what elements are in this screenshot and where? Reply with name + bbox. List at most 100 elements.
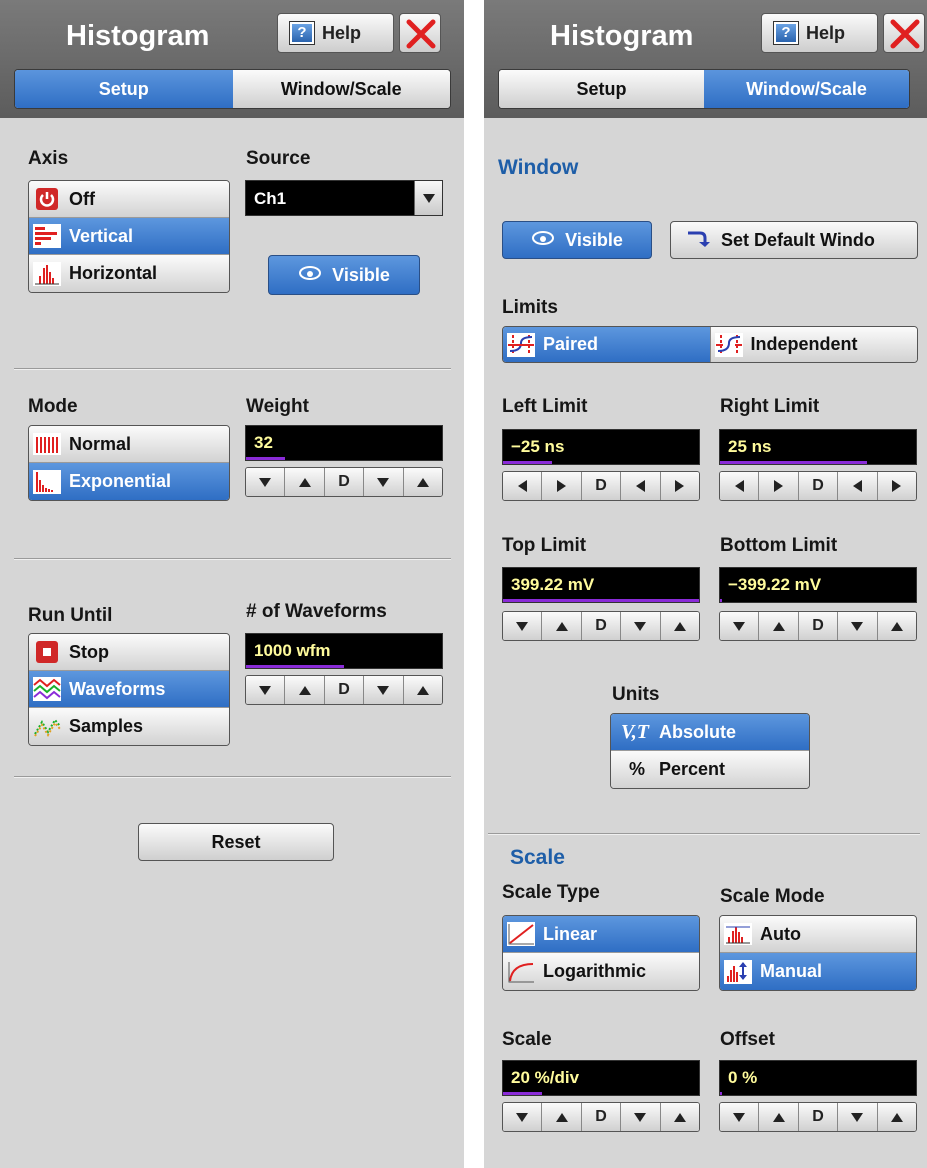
coarse-up-button[interactable] — [759, 612, 799, 640]
fine-up-button[interactable] — [403, 676, 442, 704]
help-label: Help — [322, 22, 362, 43]
scale-mode-option-auto[interactable]: Auto — [720, 916, 916, 953]
units-option-absolute[interactable]: V,T Absolute — [611, 714, 809, 751]
scale-field[interactable]: 20 %/div — [502, 1060, 700, 1096]
panel-header: Histogram ? Help Setup Window/Scale — [0, 0, 464, 118]
coarse-down-button[interactable] — [503, 1103, 543, 1131]
coarse-up-button[interactable] — [285, 676, 325, 704]
source-dropdown[interactable]: Ch1 — [245, 180, 443, 216]
left-limit-stepper: D — [502, 471, 700, 501]
help-button[interactable]: ? Help — [761, 13, 878, 53]
close-button[interactable] — [883, 13, 925, 53]
fine-up-button[interactable] — [660, 612, 699, 640]
fine-right-button[interactable] — [660, 472, 699, 500]
offset-stepper: D — [719, 1102, 917, 1132]
default-button[interactable]: D — [324, 676, 365, 704]
set-default-window-button[interactable]: Set Default Windo — [670, 221, 918, 259]
scale-mode-option-manual[interactable]: Manual — [720, 953, 916, 990]
num-waveforms-label: # of Waveforms — [246, 601, 387, 622]
help-button[interactable]: ? Help — [277, 13, 394, 53]
coarse-right-button[interactable] — [542, 472, 582, 500]
weight-field[interactable]: 32 — [245, 425, 443, 461]
default-button[interactable]: D — [324, 468, 365, 496]
coarse-up-button[interactable] — [285, 468, 325, 496]
fine-up-button[interactable] — [660, 1103, 699, 1131]
tab-window-scale[interactable]: Window/Scale — [704, 70, 909, 108]
mode-option-normal[interactable]: Normal — [29, 426, 229, 463]
default-button[interactable]: D — [581, 1103, 622, 1131]
scale-heading: Scale — [510, 846, 565, 869]
window-heading: Window — [498, 156, 579, 179]
fine-left-button[interactable] — [621, 472, 661, 500]
normal-mode-icon — [33, 431, 61, 457]
axis-option-horizontal[interactable]: Horizontal — [29, 255, 229, 292]
coarse-down-button[interactable] — [720, 612, 760, 640]
num-waveforms-level-bar — [246, 665, 344, 668]
fine-down-button[interactable] — [838, 1103, 878, 1131]
offset-field[interactable]: 0 % — [719, 1060, 917, 1096]
default-button[interactable]: D — [581, 472, 622, 500]
fine-up-button[interactable] — [403, 468, 442, 496]
weight-level-bar — [246, 457, 286, 460]
source-value: Ch1 — [254, 189, 287, 208]
scale-type-option-logarithmic[interactable]: Logarithmic — [503, 953, 699, 990]
mode-option-exponential[interactable]: Exponential — [29, 463, 229, 500]
run-until-option-samples[interactable]: Samples — [29, 708, 229, 745]
linear-scale-icon — [507, 921, 535, 947]
mode-selector: Normal Exponential — [28, 425, 230, 501]
coarse-up-button[interactable] — [759, 1103, 799, 1131]
left-limit-level-bar — [503, 461, 552, 464]
fine-down-button[interactable] — [364, 676, 404, 704]
paired-limits-icon — [507, 332, 535, 358]
axis-option-off[interactable]: Off — [29, 181, 229, 218]
units-option-percent[interactable]: % Percent — [611, 751, 809, 788]
waveforms-icon — [33, 676, 61, 702]
coarse-down-button[interactable] — [246, 676, 286, 704]
fine-up-button[interactable] — [877, 612, 916, 640]
left-limit-field[interactable]: −25 ns — [502, 429, 700, 465]
scale-type-option-linear[interactable]: Linear — [503, 916, 699, 953]
coarse-left-button[interactable] — [503, 472, 543, 500]
default-button[interactable]: D — [798, 472, 839, 500]
num-waveforms-field[interactable]: 1000 wfm — [245, 633, 443, 669]
run-until-option-stop[interactable]: Stop — [29, 634, 229, 671]
help-icon: ? — [289, 21, 315, 45]
top-limit-label: Top Limit — [502, 535, 587, 556]
bottom-limit-field[interactable]: −399.22 mV — [719, 567, 917, 603]
right-limit-field[interactable]: 25 ns — [719, 429, 917, 465]
fine-right-button[interactable] — [877, 472, 916, 500]
default-button[interactable]: D — [798, 612, 839, 640]
tab-bar: Setup Window/Scale — [14, 69, 451, 109]
fine-down-button[interactable] — [364, 468, 404, 496]
coarse-down-button[interactable] — [720, 1103, 760, 1131]
limits-option-independent[interactable]: Independent — [710, 327, 917, 362]
divider — [14, 368, 451, 370]
fine-left-button[interactable] — [838, 472, 878, 500]
reset-button[interactable]: Reset — [138, 823, 334, 861]
top-limit-field[interactable]: 399.22 mV — [502, 567, 700, 603]
coarse-down-button[interactable] — [503, 612, 543, 640]
run-until-option-waveforms[interactable]: Waveforms — [29, 671, 229, 708]
visible-toggle[interactable]: Visible — [502, 221, 652, 259]
fine-down-button[interactable] — [621, 1103, 661, 1131]
chevron-down-icon — [414, 181, 442, 215]
coarse-up-button[interactable] — [542, 612, 582, 640]
limits-option-paired[interactable]: Paired — [503, 327, 711, 362]
close-button[interactable] — [399, 13, 441, 53]
help-label: Help — [806, 22, 846, 43]
coarse-right-button[interactable] — [759, 472, 799, 500]
default-button[interactable]: D — [798, 1103, 839, 1131]
tab-setup[interactable]: Setup — [499, 70, 704, 108]
axis-option-vertical[interactable]: Vertical — [29, 218, 229, 255]
visible-toggle[interactable]: Visible — [268, 255, 420, 295]
close-icon — [406, 19, 436, 49]
tab-window-scale[interactable]: Window/Scale — [232, 70, 450, 108]
fine-down-button[interactable] — [838, 612, 878, 640]
fine-down-button[interactable] — [621, 612, 661, 640]
fine-up-button[interactable] — [877, 1103, 916, 1131]
coarse-left-button[interactable] — [720, 472, 760, 500]
default-button[interactable]: D — [581, 612, 622, 640]
coarse-down-button[interactable] — [246, 468, 286, 496]
coarse-up-button[interactable] — [542, 1103, 582, 1131]
tab-setup[interactable]: Setup — [15, 70, 233, 108]
